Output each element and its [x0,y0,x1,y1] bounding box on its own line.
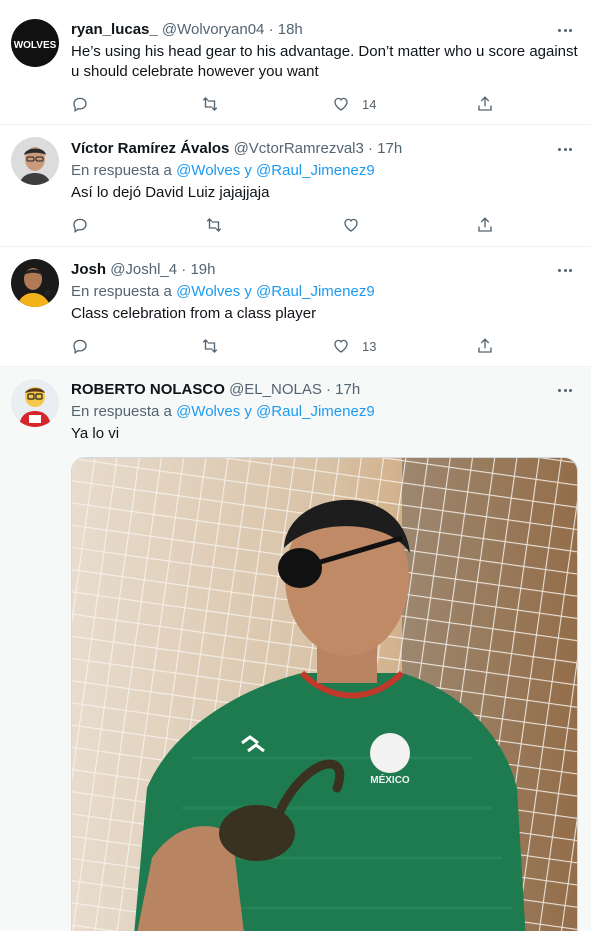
retweet-button[interactable] [201,336,219,356]
more-icon[interactable] [555,139,575,159]
reply-button[interactable] [71,215,89,235]
tweet-media-photo[interactable]: MÉXICO [71,457,578,931]
author-handle-time[interactable]: @Wolvoryan04 · 18h [162,21,303,38]
more-icon[interactable] [555,380,575,400]
action-bar: 14 [71,94,511,114]
reply-feed: WOLVES ryan_lucas_ @Wolvoryan04 · 18h He… [0,0,591,931]
author-name[interactable]: Víctor Ramírez Ávalos [71,140,229,157]
more-icon[interactable] [555,20,575,40]
reply-icon [73,218,87,234]
tweet-victor-ramirez[interactable]: Víctor Ramírez Ávalos @VctorRamrezval3 ·… [0,125,591,247]
tweet-header: ROBERTO NOLASCO @EL_NOLAS · 17h [71,380,551,400]
tweet-ryan-lucas[interactable]: WOLVES ryan_lucas_ @Wolvoryan04 · 18h He… [0,0,591,125]
jersey-badge-text: MÉXICO [370,773,410,786]
reply-to-links[interactable]: @Wolves y @Raul_Jimenez9 [176,162,375,179]
tweet-header: Josh @Joshl_4 · 19h [71,260,551,280]
heart-icon [344,218,358,232]
share-button[interactable] [476,215,494,235]
avatar[interactable] [11,137,59,185]
reply-prefix: En respuesta a [71,403,172,420]
tweet-josh[interactable]: Josh @Joshl_4 · 19h En respuesta a @Wolv… [0,247,591,367]
like-button[interactable] [342,215,360,235]
author-name[interactable]: ROBERTO NOLASCO [71,381,225,398]
share-button[interactable] [476,336,494,356]
retweet-button[interactable] [205,215,223,235]
reply-button[interactable] [71,94,89,114]
like-button[interactable]: 13 [332,336,376,356]
tweet-text: Así lo dejó David Luiz jajajjaja [71,184,270,201]
tweet-text: He’s using his head gear to his advantag… [71,43,578,80]
action-bar: 13 [71,336,511,356]
heart-icon [334,97,348,111]
heart-icon [334,339,348,353]
reply-to-links[interactable]: @Wolves y @Raul_Jimenez9 [176,283,375,300]
author-handle-time[interactable]: @VctorRamrezval3 · 17h [234,140,403,157]
reply-context: En respuesta a @Wolves y @Raul_Jimenez9 [71,402,375,422]
reply-icon [73,97,87,113]
reply-prefix: En respuesta a [71,162,172,179]
tweet-text: Class celebration from a class player [71,305,317,322]
retweet-icon [202,339,218,353]
tweet-text: Ya lo vi [71,425,120,442]
share-button[interactable] [476,94,494,114]
retweet-icon [202,97,218,111]
author-handle-time[interactable]: @Joshl_4 · 19h [110,261,215,278]
more-icon[interactable] [555,260,575,280]
reply-icon [73,339,87,355]
reply-button[interactable] [71,336,89,356]
retweet-icon [206,218,222,232]
action-bar [71,215,511,235]
like-count: 14 [362,96,377,112]
retweet-button[interactable] [201,94,219,114]
share-icon [478,96,492,111]
author-handle-time[interactable]: @EL_NOLAS · 17h [229,381,360,398]
reply-prefix: En respuesta a [71,283,172,300]
author-name[interactable]: ryan_lucas_ [71,21,158,38]
avatar[interactable]: WOLVES [11,19,59,67]
tweet-roberto-nolasco[interactable]: ROBERTO NOLASCO @EL_NOLAS · 17h En respu… [0,367,591,931]
share-icon [478,217,492,232]
tweet-header: Víctor Ramírez Ávalos @VctorRamrezval3 ·… [71,139,551,159]
like-count: 13 [362,338,377,354]
share-icon [478,338,492,353]
tweet-header: ryan_lucas_ @Wolvoryan04 · 18h [71,20,551,40]
author-name[interactable]: Josh [71,261,106,278]
reply-context: En respuesta a @Wolves y @Raul_Jimenez9 [71,282,375,302]
avatar[interactable] [11,259,59,307]
reply-context: En respuesta a @Wolves y @Raul_Jimenez9 [71,161,375,181]
avatar-wordmark: WOLVES [14,40,57,51]
avatar[interactable] [11,379,59,427]
reply-to-links[interactable]: @Wolves y @Raul_Jimenez9 [176,403,375,420]
like-button[interactable]: 14 [332,94,376,114]
